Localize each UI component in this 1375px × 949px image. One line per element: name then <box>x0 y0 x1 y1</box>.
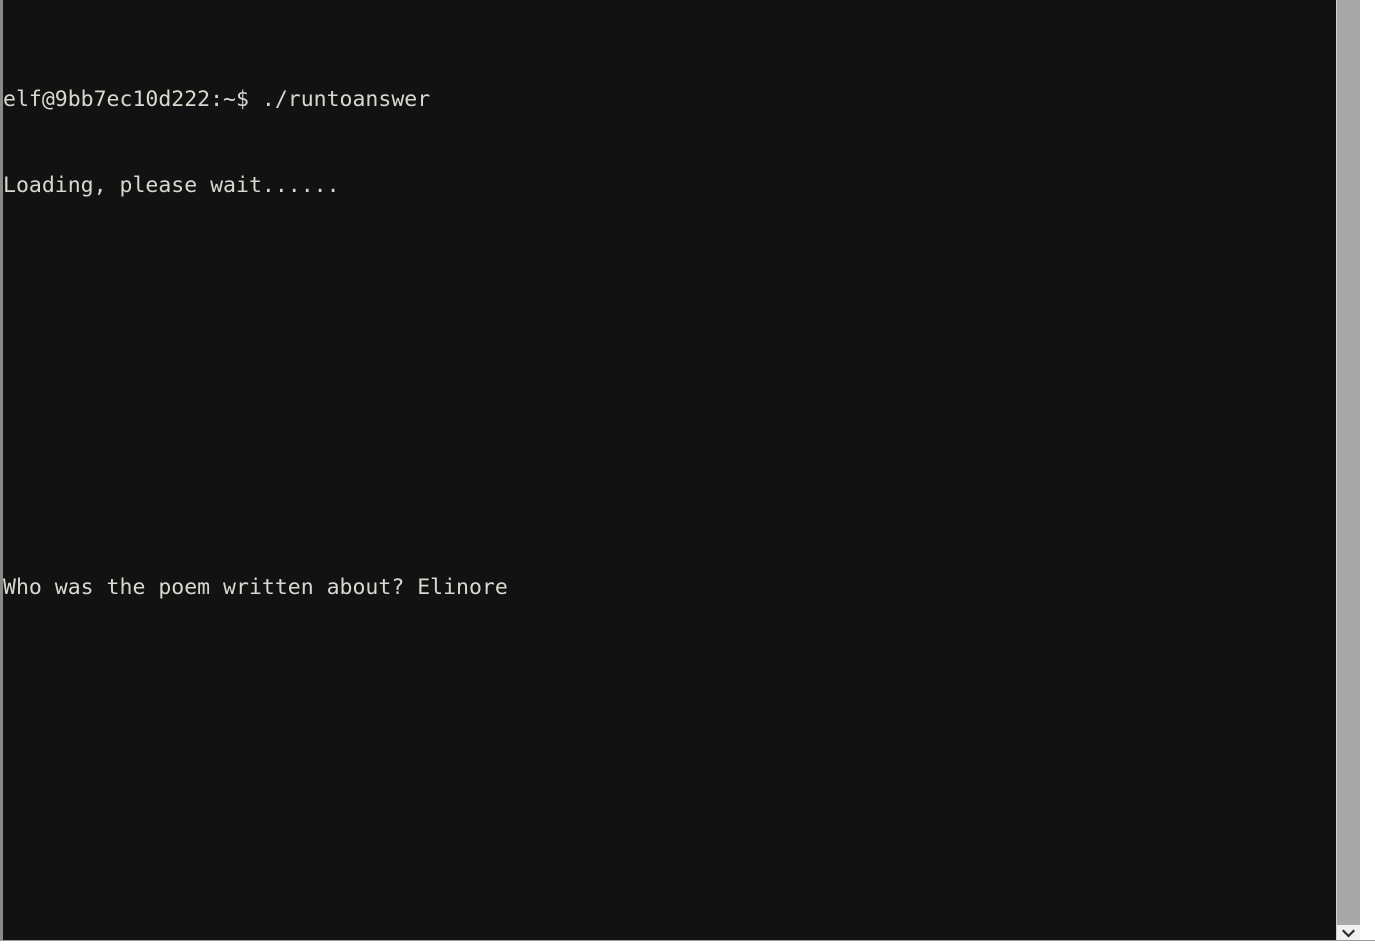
terminal-scrollbar[interactable] <box>1336 0 1360 941</box>
terminal-question-line: Who was the poem written about? Elinore <box>3 575 508 601</box>
window-right-edge <box>1360 0 1375 949</box>
terminal-output: elf@9bb7ec10d222:~$ ./runtoanswer Loadin… <box>3 0 1337 941</box>
terminal-loading-line: Loading, please wait...... <box>3 173 340 199</box>
window-bottom-edge <box>0 940 1375 949</box>
terminal-window[interactable]: elf@9bb7ec10d222:~$ ./runtoanswer Loadin… <box>0 0 1337 941</box>
scrollbar-thumb[interactable] <box>1337 0 1360 925</box>
chevron-down-icon <box>1342 928 1355 938</box>
terminal-prompt-line-top: elf@9bb7ec10d222:~$ ./runtoanswer <box>3 87 431 113</box>
screen: elf@9bb7ec10d222:~$ ./runtoanswer Loadin… <box>0 0 1375 949</box>
scrollbar-down-button[interactable] <box>1337 925 1360 941</box>
